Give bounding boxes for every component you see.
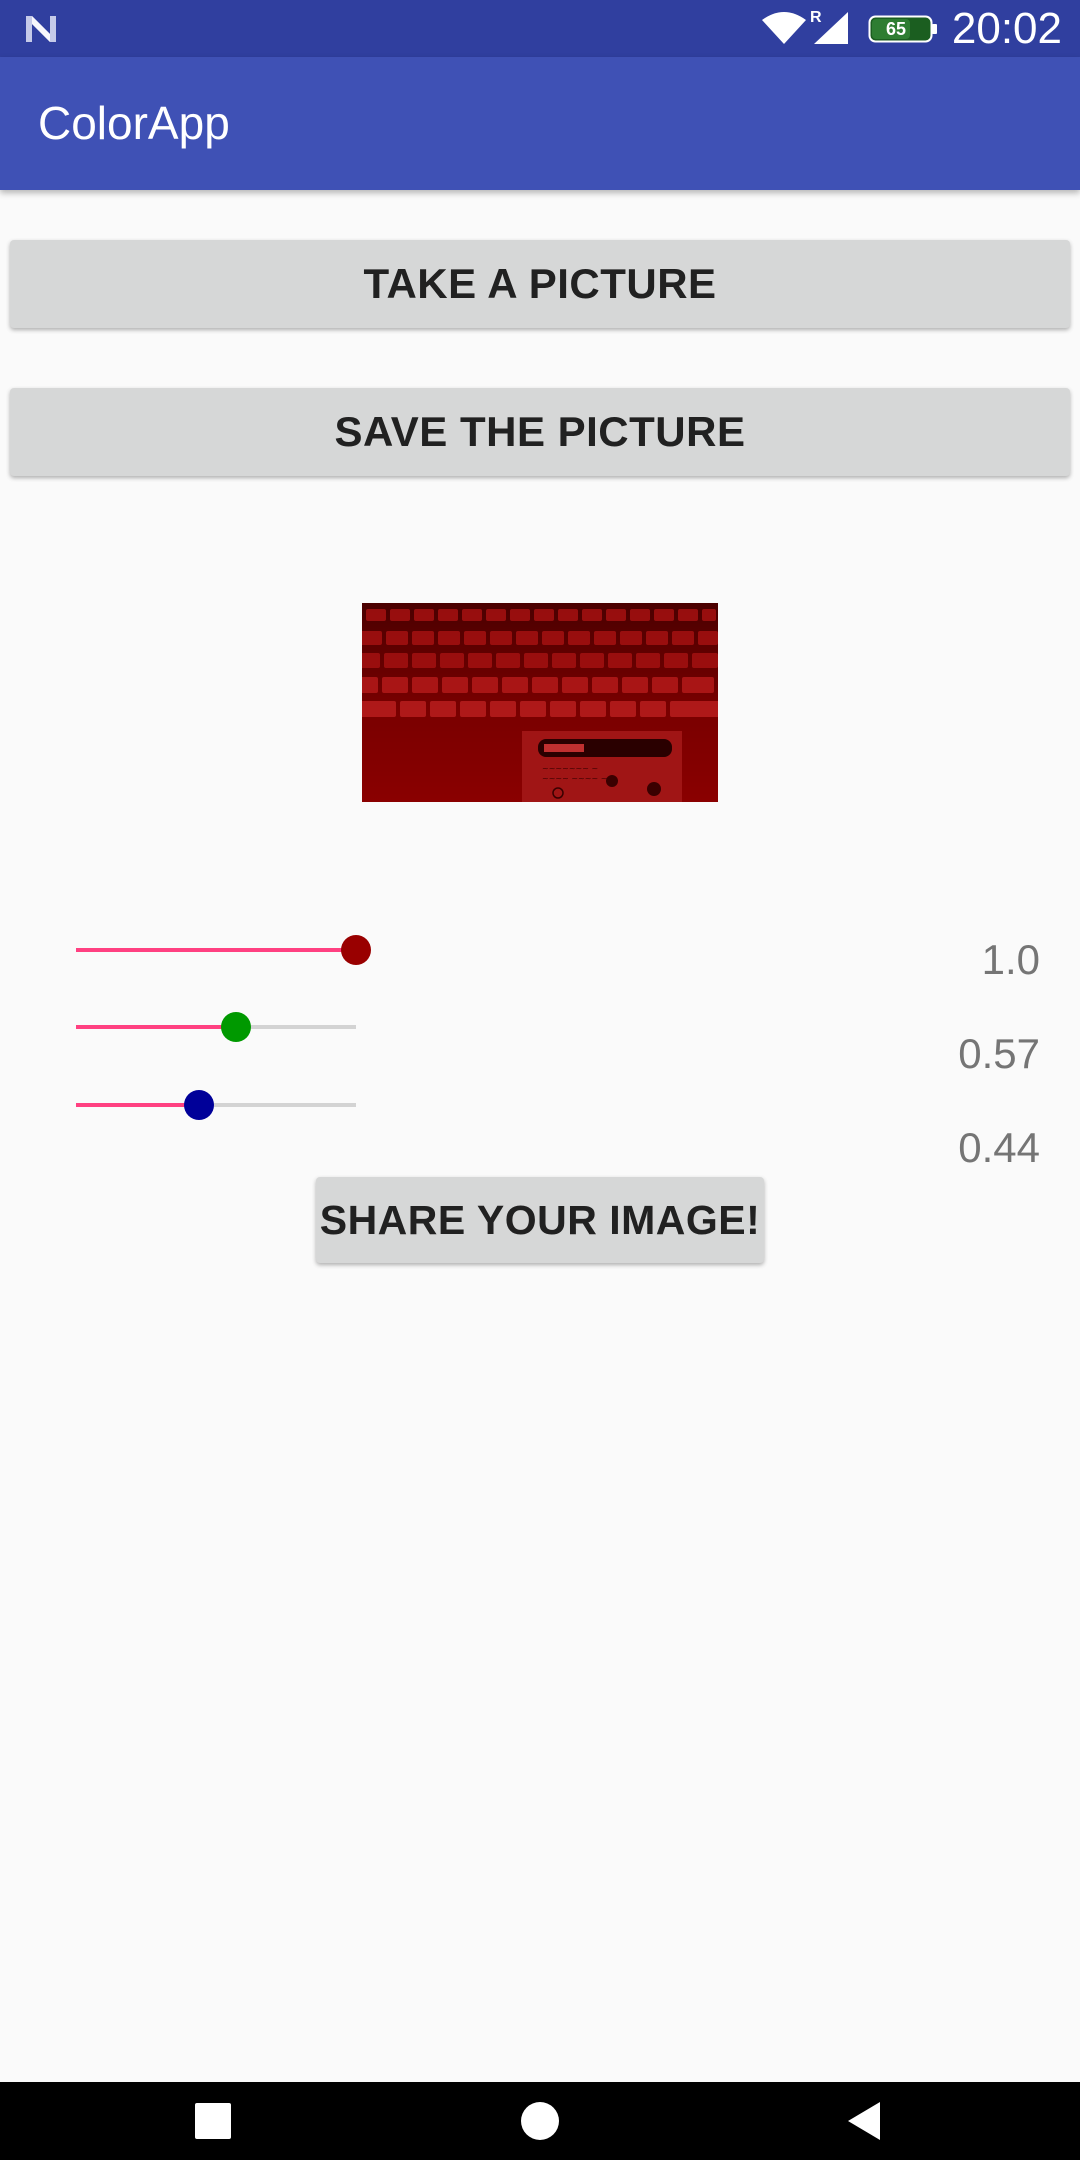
recents-icon[interactable]: [190, 2098, 236, 2144]
app-title: ColorApp: [38, 97, 230, 149]
app-bar: ColorApp: [0, 57, 1080, 190]
back-icon[interactable]: [842, 2098, 888, 2144]
slider-thumb[interactable]: [221, 1012, 251, 1042]
n-notification-icon: [26, 16, 56, 42]
slider-fill: [76, 1103, 199, 1107]
slider-thumb[interactable]: [184, 1090, 214, 1120]
green-slider[interactable]: [76, 1007, 356, 1047]
clock: 20:02: [951, 4, 1062, 53]
take-picture-button[interactable]: TAKE A PICTURE: [10, 240, 1070, 328]
red-value-label: 1.0: [981, 936, 1040, 983]
image-preview: ~~~~~~~ ~ ~~~~ ~~~~ ~: [362, 603, 718, 802]
share-image-button[interactable]: SHARE YOUR IMAGE!: [316, 1177, 764, 1263]
blue-value-label: 0.44: [958, 1124, 1040, 1171]
slider-fill: [76, 1025, 236, 1029]
slider-fill: [76, 948, 356, 952]
slider-thumb[interactable]: [341, 935, 371, 965]
battery-level: 65: [885, 19, 907, 39]
navigation-bar: [0, 2082, 1080, 2160]
blue-slider[interactable]: [76, 1085, 356, 1125]
save-picture-button[interactable]: SAVE THE PICTURE: [10, 388, 1070, 476]
svg-text:R: R: [810, 9, 822, 26]
svg-text:~~~~ ~~~~ ~: ~~~~ ~~~~ ~: [542, 774, 607, 783]
preview-photo: ~~~~~~~ ~ ~~~~ ~~~~ ~: [362, 603, 718, 802]
status-bar: R 65 20:02: [0, 0, 1080, 57]
wifi-icon: [762, 12, 806, 44]
red-slider[interactable]: [76, 930, 371, 970]
green-value-label: 0.57: [958, 1030, 1040, 1077]
home-icon[interactable]: [517, 2098, 563, 2144]
signal-icon: R: [810, 9, 848, 44]
svg-text:~~~~~~~ ~: ~~~~~~~ ~: [542, 764, 598, 773]
